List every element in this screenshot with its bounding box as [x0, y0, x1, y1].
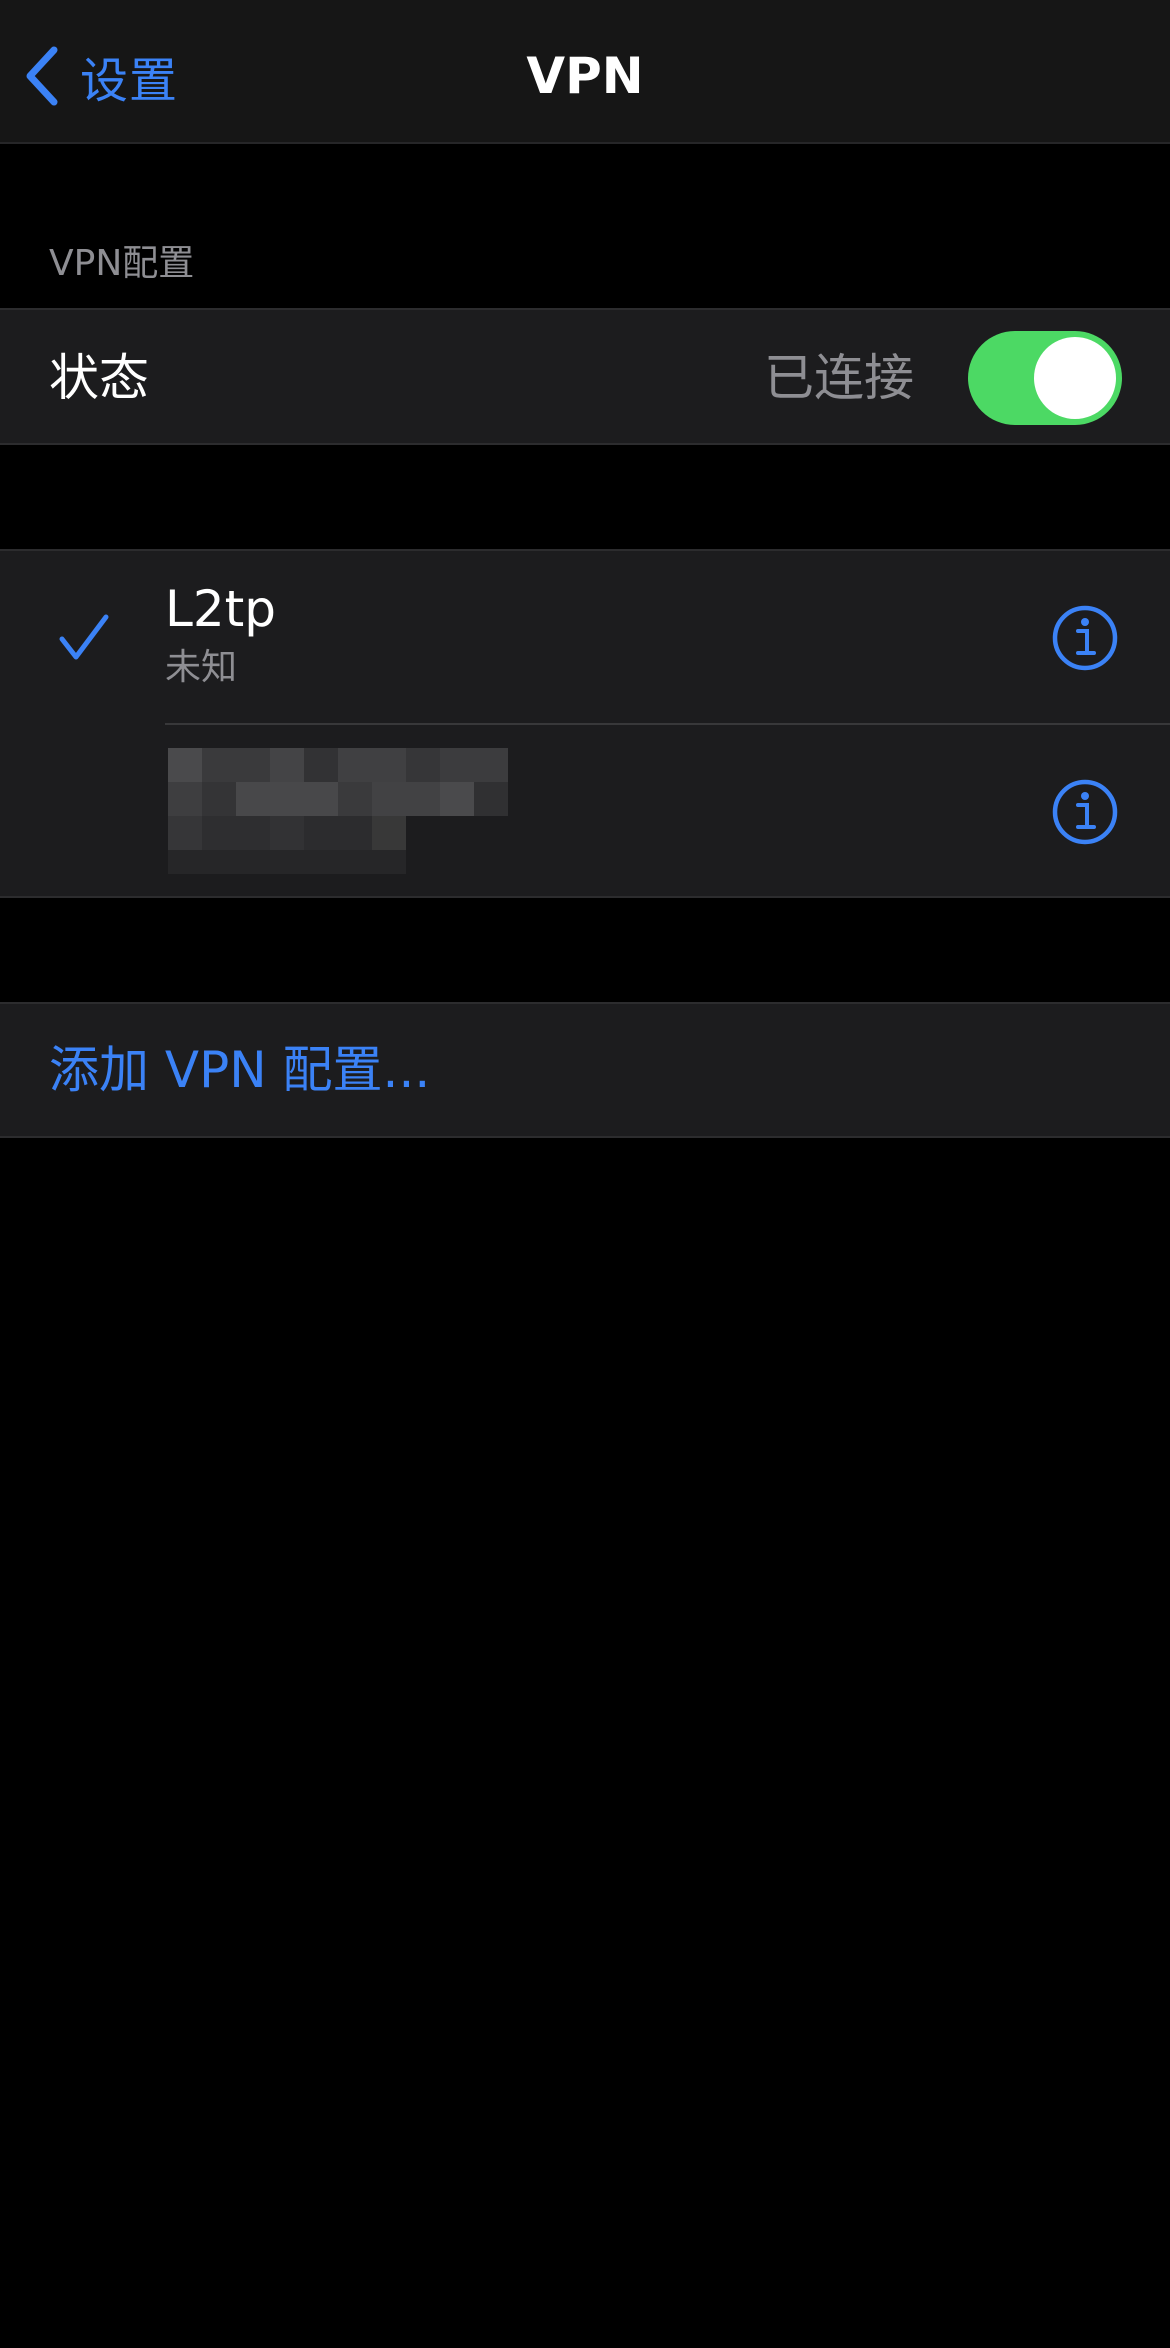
redacted-vpn-name — [168, 748, 508, 874]
status-cell: 状态 已连接 — [0, 308, 1170, 445]
status-value: 已连接 — [764, 349, 914, 407]
vpn-config-row[interactable]: L2tp 未知 — [0, 551, 1170, 725]
navigation-bar: 设置 VPN — [0, 0, 1170, 144]
page-title: VPN — [526, 47, 644, 105]
status-label: 状态 — [49, 349, 149, 407]
checkmark-icon — [59, 614, 109, 660]
add-vpn-config-button[interactable]: 添加 VPN 配置... — [49, 1040, 430, 1100]
info-circle-icon[interactable] — [1052, 779, 1118, 845]
vpn-config-row[interactable] — [0, 725, 1170, 898]
vpn-config-list: L2tp 未知 — [0, 549, 1170, 898]
info-circle-icon[interactable] — [1052, 605, 1118, 671]
vpn-status-toggle[interactable] — [968, 331, 1122, 425]
vpn-config-name: L2tp — [165, 580, 277, 638]
toggle-knob — [1034, 337, 1116, 419]
vpn-config-subtitle: 未知 — [165, 647, 238, 688]
section-header-vpn-config: VPN配置 — [49, 243, 195, 284]
add-vpn-config-cell: 添加 VPN 配置... — [0, 1002, 1170, 1138]
